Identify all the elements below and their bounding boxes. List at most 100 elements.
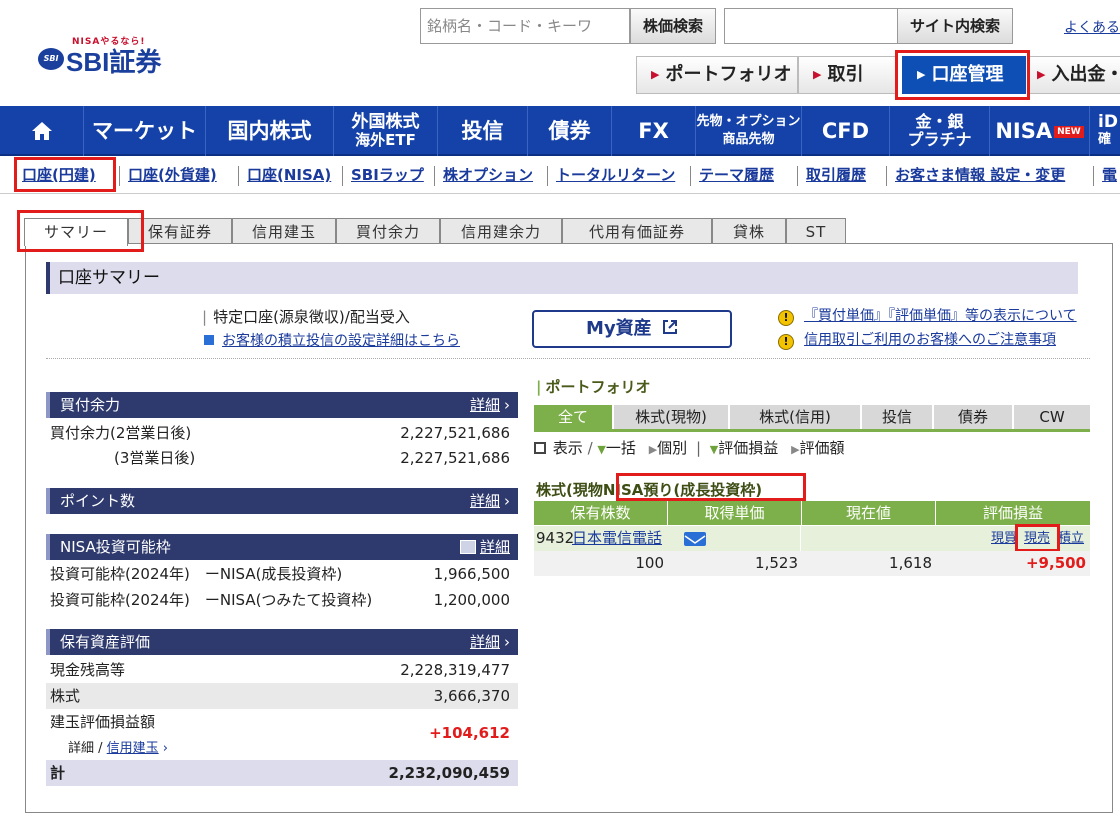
pf-tab-margin-stocks[interactable]: 株式(信用) <box>730 405 860 429</box>
subnav-more[interactable]: 電 <box>1102 164 1117 185</box>
notice-2-link[interactable]: 信用取引ご利用のお客様へのご注意事項 <box>804 332 1056 348</box>
divider <box>238 166 239 186</box>
stock-search-input[interactable]: 銘柄名・コード・キーワ <box>420 8 630 44</box>
nisa-growth-section-header: 株式(現物NISA預り(成長投資枠) <box>536 479 762 500</box>
accumulate-link[interactable]: 積立 <box>1058 526 1084 551</box>
nav-ideco[interactable]: iD 確 <box>1090 106 1120 156</box>
toolbar-individual[interactable]: 個別 <box>657 439 687 457</box>
spot-sell-link[interactable]: 現売 <box>1024 526 1050 551</box>
detail-label: 詳細 <box>469 396 500 414</box>
site-search-button[interactable]: サイト内検索 <box>897 8 1013 44</box>
tab-margin-positions[interactable]: 信用建玉 <box>232 218 336 245</box>
tsumitate-link[interactable]: お客様の積立投信の設定詳細はこちら <box>222 333 460 349</box>
pf-tab-cw[interactable]: CW <box>1014 405 1090 429</box>
divider <box>46 358 1090 359</box>
notice-1-link[interactable]: 『買付単価』『評価単価』等の表示について <box>804 308 1077 324</box>
tab-st[interactable]: ST <box>786 218 846 245</box>
tab-buying-power[interactable]: 買付余力 <box>336 218 440 245</box>
sbi-logo[interactable]: NISAやるなら! SBI SBI証券 <box>38 34 188 77</box>
my-asset-button[interactable]: My資産 <box>532 310 732 348</box>
subnav-theme-history[interactable]: テーマ履歴 <box>699 164 774 185</box>
current-price: 1,618 <box>889 554 932 572</box>
nav-ideco-label: iD <box>1098 112 1118 132</box>
subnav-total-return[interactable]: トータルリターン <box>556 164 675 185</box>
tab-summary[interactable]: サマリー <box>24 218 128 246</box>
detail-label: 詳細 <box>479 538 510 556</box>
home-icon[interactable] <box>0 106 84 156</box>
divider <box>690 166 691 186</box>
buying-power-row: (3営業日後) 2,227,521,686 <box>46 445 518 471</box>
mail-icon[interactable] <box>684 532 706 546</box>
divider: | <box>202 308 208 326</box>
chevron-right-icon: › <box>504 396 510 414</box>
nav-futures-options[interactable]: 先物・オプション 商品先物 <box>696 106 802 156</box>
account-type: | 特定口座(源泉徴収)/配当受入 <box>202 306 410 327</box>
points-detail-link[interactable]: 詳細 › <box>470 488 510 514</box>
nav-domestic-stocks[interactable]: 国内株式 <box>206 106 334 156</box>
buying-power-title: 買付余力 <box>60 396 121 414</box>
nav-platinum-label: プラチナ <box>907 130 972 149</box>
global-nav: マーケット 国内株式 外国株式 海外ETF 投信 債券 FX 先物・オプション … <box>0 106 1120 156</box>
arrow-right-icon: ▶ <box>813 68 822 81</box>
pf-tab-all[interactable]: 全て <box>534 405 612 429</box>
toolbar-bulk[interactable]: 一括 <box>606 439 636 457</box>
col-current-price: 現在値 <box>802 501 936 525</box>
subnav-account-foreign[interactable]: 口座(外貨建) <box>128 164 217 185</box>
margin-positions-link[interactable]: 信用建玉 <box>107 741 159 756</box>
stock-name-link[interactable]: 日本電信電話 <box>572 526 662 551</box>
deposit-withdraw-button[interactable]: ▶ 入出金・ <box>1028 56 1120 94</box>
nav-gold-silver[interactable]: 金・銀 プラチナ <box>890 106 990 156</box>
pf-tab-funds[interactable]: 投信 <box>862 405 932 429</box>
stock-search-button[interactable]: 株価検索 <box>630 8 716 44</box>
toolbar-profit-loss[interactable]: 評価損益 <box>718 439 778 457</box>
pf-tab-spot-stocks[interactable]: 株式(現物) <box>614 405 728 429</box>
trade-button[interactable]: ▶ 取引 <box>798 56 898 94</box>
row-value: 2,227,521,686 <box>400 449 510 467</box>
nav-funds[interactable]: 投信 <box>438 106 528 156</box>
subnav-customer-info[interactable]: お客さま情報 設定・変更 <box>895 164 1065 185</box>
nav-foreign-stocks[interactable]: 外国株式 海外ETF <box>334 106 438 156</box>
account-management-button[interactable]: ▶ 口座管理 <box>902 56 1026 94</box>
deposit-withdraw-label: 入出金・ <box>1051 64 1120 85</box>
pf-tab-bonds[interactable]: 債券 <box>934 405 1012 429</box>
tab-holdings[interactable]: 保有証券 <box>128 218 232 245</box>
tab-margin-power[interactable]: 信用建余力 <box>440 218 562 245</box>
row-value: 2,228,319,477 <box>400 661 510 679</box>
account-management-label: 口座管理 <box>931 64 1004 85</box>
divider: | <box>536 378 542 396</box>
nav-overseas-etf-label: 海外ETF <box>355 131 416 149</box>
site-search-input[interactable] <box>724 8 898 44</box>
nisa-detail-link[interactable]: 詳細 <box>459 534 510 560</box>
nav-bonds[interactable]: 債券 <box>528 106 612 156</box>
faq-link[interactable]: よくある <box>1064 17 1120 37</box>
nav-fx[interactable]: FX <box>612 106 696 156</box>
divider <box>800 526 801 551</box>
logo-brand: SBI証券 <box>66 47 162 77</box>
tab-collateral[interactable]: 代用有価証券 <box>562 218 712 245</box>
nav-nisa[interactable]: NISA NEW <box>990 106 1090 156</box>
nav-market[interactable]: マーケット <box>84 106 206 156</box>
divider <box>534 429 1090 432</box>
tab-stock-lending[interactable]: 貸株 <box>712 218 786 245</box>
buying-power-detail-link[interactable]: 詳細 › <box>470 392 510 418</box>
subnav-trade-history[interactable]: 取引履歴 <box>806 164 866 185</box>
subnav-sbi-wrap[interactable]: SBIラップ <box>351 164 424 185</box>
margin-detail-row: 詳細 / 信用建玉 › <box>68 737 168 756</box>
holdings-row: 株式 3,666,370 <box>46 683 518 709</box>
nav-nisa-label: NISA <box>995 119 1053 143</box>
page-title: 口座サマリー <box>46 262 1078 294</box>
nisa-row: 投資可能枠(2024年) ーNISA(つみたて投資枠) 1,200,000 <box>46 587 518 613</box>
subnav-account-nisa[interactable]: 口座(NISA) <box>247 164 331 185</box>
holdings-detail-link[interactable]: 詳細 › <box>470 629 510 655</box>
subnav-account-yen[interactable]: 口座(円建) <box>22 164 96 185</box>
nav-cfd[interactable]: CFD <box>802 106 890 156</box>
acquisition-price: 1,523 <box>755 554 798 572</box>
spot-buy-link[interactable]: 現買 <box>991 526 1017 551</box>
toolbar-valuation[interactable]: 評価額 <box>800 439 845 457</box>
exclamation-icon: ! <box>778 334 794 350</box>
info-square-icon <box>204 335 214 345</box>
subnav-stock-options[interactable]: 株オプション <box>443 164 533 185</box>
row-value: +104,612 <box>429 724 510 742</box>
portfolio-button[interactable]: ▶ ポートフォリオ <box>636 56 798 94</box>
nav-gold-silver-label: 金・銀 <box>915 112 964 131</box>
